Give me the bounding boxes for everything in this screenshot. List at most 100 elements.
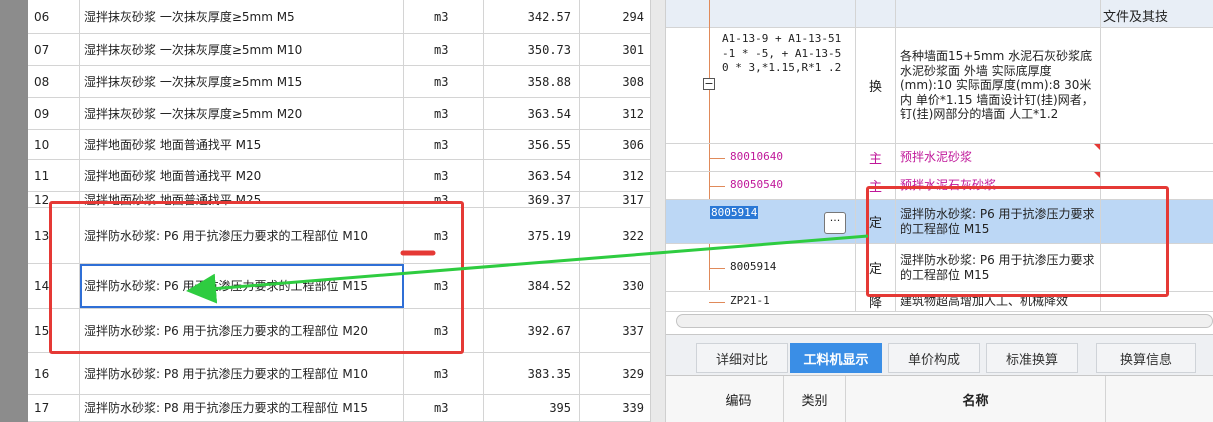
- tab-0[interactable]: 详细对比: [696, 343, 788, 373]
- code-cell[interactable]: 8005914 ···: [666, 200, 856, 243]
- extra-cell: [1101, 200, 1213, 243]
- material-name: 湿拌抹灰砂浆 一次抹灰厚度≥5mm M5: [80, 0, 404, 33]
- pane-splitter[interactable]: [650, 0, 666, 422]
- material-name: 湿拌防水砂浆: P6 用于抗渗压力要求的工程部位 M10: [80, 208, 404, 263]
- material-row[interactable]: 12 湿拌地面砂浆 地面普通找平 M25 m3 369.37 317: [28, 192, 650, 208]
- type-cell: 定: [856, 244, 896, 291]
- quota-row[interactable]: 8005914 ··· 定湿拌防水砂浆: P6 用于抗渗压力要求的工程部位 M15: [666, 200, 1213, 244]
- tab-2[interactable]: 单价构成: [888, 343, 980, 373]
- price-cell-2: 330: [622, 279, 644, 293]
- price-cell-2: 306: [622, 137, 644, 152]
- row-index: 14: [28, 264, 80, 308]
- price-cell: 342.57: [484, 0, 580, 33]
- material-list-table: 06 湿拌抹灰砂浆 一次抹灰厚度≥5mm M5 m3 342.57 294 07 湿拌抹灰砂…: [28, 0, 650, 422]
- price-cell: 392.67: [484, 309, 580, 352]
- ellipsis-button[interactable]: ···: [824, 212, 846, 234]
- header-extra-label: 文件及其技: [1103, 10, 1169, 25]
- quota-code-input[interactable]: 8005914: [710, 206, 759, 219]
- code-cell[interactable]: 80010640: [666, 144, 856, 171]
- material-row[interactable]: 16 湿拌防水砂浆: P8 用于抗渗压力要求的工程部位 M10 m3 383.35 32…: [28, 353, 650, 395]
- quota-row[interactable]: 8005914 定湿拌防水砂浆: P6 用于抗渗压力要求的工程部位 M15: [666, 244, 1213, 292]
- collapse-toggle-icon[interactable]: −: [703, 78, 715, 90]
- quota-name: 各种墙面15+5mm 水泥石灰砂浆底 水泥砂浆面 外墙 实际底厚度(mm):10…: [896, 28, 1101, 143]
- extra-cell: [1101, 292, 1213, 311]
- price-cell: 384.52: [484, 264, 580, 308]
- material-row[interactable]: 11 湿拌地面砂浆 地面普通找平 M20 m3 363.54 312: [28, 160, 650, 192]
- col-header-type[interactable]: 类别: [784, 376, 846, 422]
- col-header-code[interactable]: 编码: [694, 376, 784, 422]
- row-index: 06: [28, 0, 80, 33]
- row-index: 08: [28, 66, 80, 97]
- price-cell-2: 308: [622, 74, 644, 89]
- price-cell-2: 312: [622, 106, 644, 121]
- row-index: 07: [28, 34, 80, 65]
- material-name: 湿拌地面砂浆 地面普通找平 M15: [80, 130, 404, 159]
- code-cell[interactable]: ZP21-1: [666, 292, 856, 311]
- header-name-cell: [896, 0, 1101, 27]
- quota-name: 预拌水泥石灰砂浆: [896, 172, 1101, 199]
- unit-cell: m3: [404, 130, 484, 159]
- col-header-name[interactable]: 名称: [846, 376, 1106, 422]
- material-row[interactable]: 14 湿拌防水砂浆: P6 用于抗渗压力要求的工程部位 M15 m3 384.52 33…: [28, 264, 650, 309]
- quota-code: A1-13-9 + A1-13-51-1 * -5, + A1-13-50 * …: [722, 32, 842, 74]
- unit-cell: m3: [404, 309, 484, 352]
- tab-3[interactable]: 标准换算: [986, 343, 1078, 373]
- extra-cell: [1101, 172, 1213, 199]
- quota-row[interactable]: 80010640 主预拌水泥砂浆: [666, 144, 1213, 172]
- material-row[interactable]: 08 湿拌抹灰砂浆 一次抹灰厚度≥5mm M15 m3 358.88 308: [28, 66, 650, 98]
- extra-cell: [1101, 28, 1213, 143]
- price-cell: 375.19: [484, 208, 580, 263]
- unit-cell: m3: [404, 160, 484, 191]
- left-panel-strip: [0, 0, 28, 422]
- row-index: 10: [28, 130, 80, 159]
- material-name: 湿拌防水砂浆: P6 用于抗渗压力要求的工程部位 M15: [80, 264, 404, 308]
- material-row[interactable]: 09 湿拌抹灰砂浆 一次抹灰厚度≥5mm M20 m3 363.54 312: [28, 98, 650, 130]
- price-cell-2: 312: [622, 168, 644, 183]
- flag-marker-icon: [1094, 144, 1100, 150]
- unit-cell: m3: [404, 264, 484, 308]
- material-row[interactable]: 07 湿拌抹灰砂浆 一次抹灰厚度≥5mm M10 m3 350.73 301: [28, 34, 650, 66]
- tab-1[interactable]: 工料机显示: [790, 343, 882, 373]
- row-index: 12: [28, 192, 80, 207]
- header-row: 文件及其技: [666, 0, 1213, 28]
- price-cell: 383.35: [484, 353, 580, 394]
- quota-name: 建筑物超高增加人工、机械降效: [896, 292, 1101, 311]
- price-cell-2: 337: [622, 323, 644, 338]
- material-name: 湿拌抹灰砂浆 一次抹灰厚度≥5mm M10: [80, 34, 404, 65]
- material-row[interactable]: 17 湿拌防水砂浆: P8 用于抗渗压力要求的工程部位 M15 m3 395 339: [28, 395, 650, 422]
- header-type-cell: [856, 0, 896, 27]
- material-name: 湿拌防水砂浆: P8 用于抗渗压力要求的工程部位 M10: [80, 353, 404, 394]
- price-cell: 395: [484, 395, 580, 421]
- type-cell: 换: [856, 28, 896, 143]
- quota-name: 预拌水泥砂浆: [896, 144, 1101, 171]
- row-index: 11: [28, 160, 80, 191]
- tab-4[interactable]: 换算信息: [1096, 343, 1196, 373]
- price-cell-2: 294: [622, 9, 644, 24]
- price-cell-2: 339: [622, 401, 644, 415]
- code-cell[interactable]: − A1-13-9 + A1-13-51-1 * -5, + A1-13-50 …: [666, 28, 856, 143]
- code-cell[interactable]: 80050540: [666, 172, 856, 199]
- type-cell: 降: [856, 292, 896, 311]
- flag-marker-icon: [1094, 172, 1100, 178]
- material-row[interactable]: 06 湿拌抹灰砂浆 一次抹灰厚度≥5mm M5 m3 342.57 294: [28, 0, 650, 34]
- material-row[interactable]: 10 湿拌地面砂浆 地面普通找平 M15 m3 356.55 306: [28, 130, 650, 160]
- quota-row[interactable]: − A1-13-9 + A1-13-51-1 * -5, + A1-13-50 …: [666, 28, 1213, 144]
- unit-cell: m3: [404, 208, 484, 263]
- price-cell: 363.54: [484, 98, 580, 129]
- header-code-cell: [666, 0, 856, 27]
- extra-cell: [1101, 144, 1213, 171]
- row-index: 17: [28, 395, 80, 421]
- extra-cell: [1101, 244, 1213, 291]
- row-index: 09: [28, 98, 80, 129]
- material-row[interactable]: 15 湿拌防水砂浆: P6 用于抗渗压力要求的工程部位 M20 m3 392.67 33…: [28, 309, 650, 353]
- quota-name: 湿拌防水砂浆: P6 用于抗渗压力要求的工程部位 M15: [896, 200, 1101, 243]
- code-cell[interactable]: 8005914: [666, 244, 856, 291]
- unit-cell: m3: [404, 192, 484, 207]
- quota-name: 湿拌防水砂浆: P6 用于抗渗压力要求的工程部位 M15: [896, 244, 1101, 291]
- horizontal-scrollbar[interactable]: [676, 314, 1213, 328]
- material-row[interactable]: 13 湿拌防水砂浆: P6 用于抗渗压力要求的工程部位 M10 m3 375.19 32…: [28, 208, 650, 264]
- unit-cell: m3: [404, 0, 484, 33]
- price-cell-2: 329: [622, 366, 644, 381]
- quota-row[interactable]: ZP21-1 降建筑物超高增加人工、机械降效: [666, 292, 1213, 312]
- quota-row[interactable]: 80050540 主预拌水泥石灰砂浆: [666, 172, 1213, 200]
